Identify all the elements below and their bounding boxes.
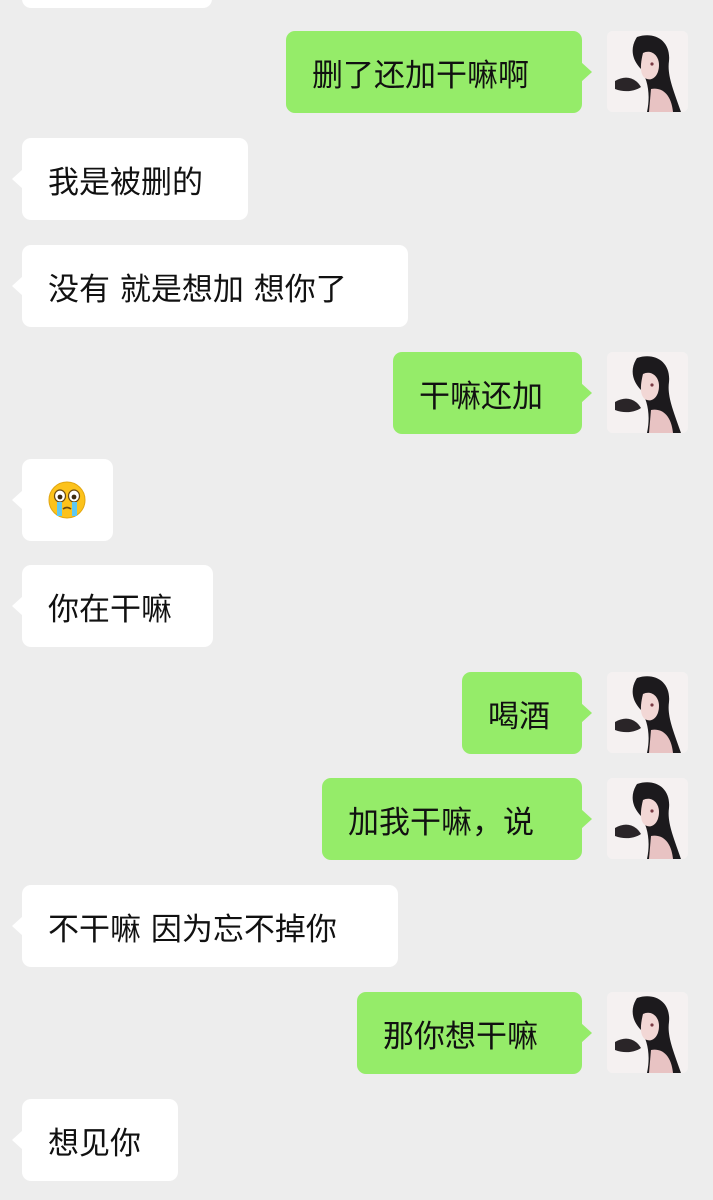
message-bubble-incoming[interactable]: 你在干嘛: [12, 565, 213, 647]
message-text: 想见你: [48, 1125, 141, 1162]
message-text: 删了还加干嘛啊: [312, 57, 529, 94]
message-text: 我是被删的: [48, 164, 203, 201]
user-avatar[interactable]: [607, 992, 688, 1073]
message-text: 喝酒: [488, 698, 550, 735]
message-bubble-incoming[interactable]: 不干嘛 因为忘不掉你: [12, 885, 398, 967]
avatar-image: [607, 992, 688, 1073]
user-avatar[interactable]: [607, 352, 688, 433]
message-bubble-incoming[interactable]: [12, 459, 113, 541]
avatar-image: [607, 672, 688, 753]
message-text: 没有 就是想加 想你了: [48, 271, 347, 308]
message-bubble-incoming-partial[interactable]: [22, 0, 212, 8]
user-avatar[interactable]: [607, 778, 688, 859]
message-text: 不干嘛 因为忘不掉你: [48, 911, 337, 948]
chat-message-list[interactable]: 删了还加干嘛啊 我是被删的 没有 就是想加 想你了 干嘛还加 你在干嘛 喝酒 加…: [0, 0, 713, 1200]
crying-face-emoji: [48, 481, 86, 519]
message-text: 那你想干嘛: [383, 1018, 538, 1055]
message-bubble-outgoing[interactable]: 喝酒: [462, 672, 592, 754]
message-bubble-outgoing[interactable]: 加我干嘛，说: [322, 778, 592, 860]
avatar-image: [607, 31, 688, 112]
message-bubble-incoming[interactable]: 我是被删的: [12, 138, 248, 220]
message-bubble-incoming[interactable]: 想见你: [12, 1099, 178, 1181]
avatar-image: [607, 778, 688, 859]
message-text: 加我干嘛，说: [348, 804, 534, 841]
message-text: 干嘛还加: [419, 378, 543, 415]
message-bubble-outgoing[interactable]: 那你想干嘛: [357, 992, 592, 1074]
user-avatar[interactable]: [607, 31, 688, 112]
user-avatar[interactable]: [607, 672, 688, 753]
message-bubble-incoming[interactable]: 没有 就是想加 想你了: [12, 245, 408, 327]
message-text: 你在干嘛: [48, 591, 172, 628]
message-bubble-outgoing[interactable]: 删了还加干嘛啊: [286, 31, 592, 113]
message-bubble-outgoing[interactable]: 干嘛还加: [393, 352, 592, 434]
avatar-image: [607, 352, 688, 433]
